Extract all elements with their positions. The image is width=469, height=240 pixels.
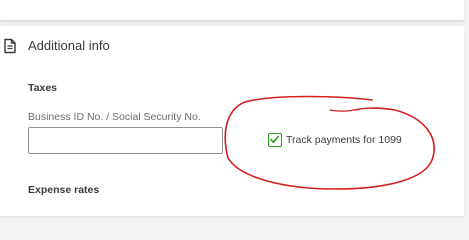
previous-section-card — [0, 0, 464, 21]
document-icon — [3, 38, 17, 54]
checkmark-icon — [270, 135, 280, 143]
taxes-heading: Taxes — [28, 82, 57, 94]
business-id-label: Business ID No. / Social Security No. — [28, 111, 201, 123]
business-id-input[interactable] — [28, 127, 223, 154]
track-1099-checkbox[interactable] — [268, 133, 282, 147]
expense-rates-heading: Expense rates — [28, 184, 100, 196]
section-title: Additional info — [28, 38, 110, 53]
track-1099-label[interactable]: Track payments for 1099 — [286, 134, 402, 146]
